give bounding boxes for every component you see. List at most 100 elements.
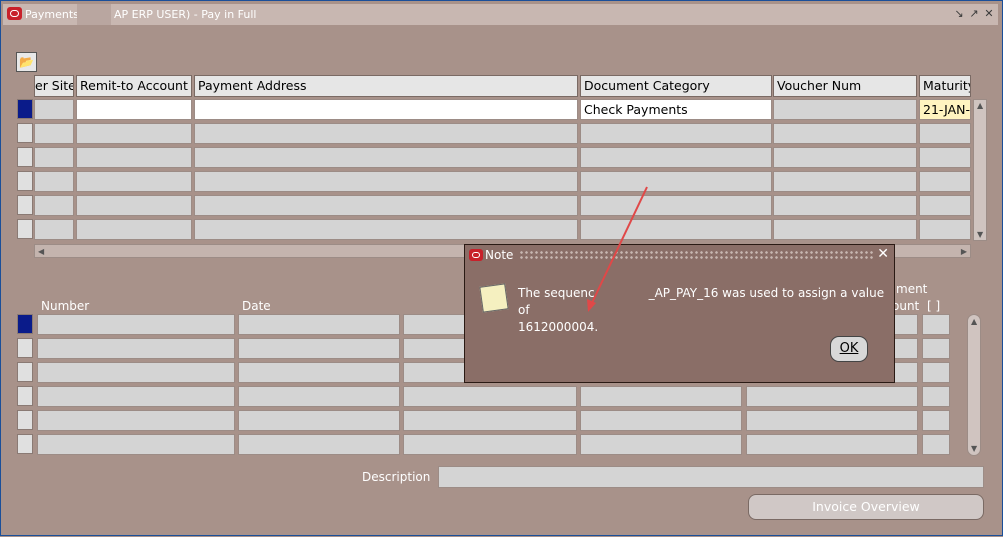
row-indicator[interactable]: [17, 386, 33, 406]
row-indicator[interactable]: [17, 195, 33, 215]
table-cell[interactable]: [37, 410, 235, 431]
table-cell[interactable]: [238, 362, 400, 383]
table-cell[interactable]: [34, 195, 74, 216]
table-cell[interactable]: [194, 123, 578, 144]
column-header-date: Date: [242, 299, 271, 313]
table-cell[interactable]: [580, 171, 772, 192]
table-cell[interactable]: [34, 171, 74, 192]
column-header-remit-to-account: Remit-to Account: [76, 75, 192, 97]
description-label: Description: [362, 470, 431, 484]
table-cell[interactable]: [746, 434, 918, 455]
table-cell[interactable]: [922, 338, 950, 359]
table-cell[interactable]: [238, 386, 400, 407]
dialog-title: Note: [485, 248, 514, 262]
scroll-up-arrow-icon[interactable]: ▲: [977, 101, 983, 110]
table-cell[interactable]: [194, 171, 578, 192]
table-cell[interactable]: [746, 410, 918, 431]
column-header-maturity: Maturity: [919, 75, 971, 97]
table-cell[interactable]: [76, 171, 192, 192]
table-cell[interactable]: [37, 338, 235, 359]
row-indicator[interactable]: [17, 147, 33, 167]
column-header-document-category: Document Category: [580, 75, 772, 97]
row-indicator[interactable]: [17, 362, 33, 382]
invoice-overview-button[interactable]: Invoice Overview: [748, 494, 984, 520]
table-cell[interactable]: [34, 123, 74, 144]
scroll-left-arrow-icon[interactable]: ◀: [38, 247, 44, 256]
row-indicator[interactable]: [17, 219, 33, 239]
table-cell[interactable]: [34, 147, 74, 168]
table-cell[interactable]: [580, 195, 772, 216]
table-cell[interactable]: [919, 219, 971, 240]
table-cell[interactable]: [238, 434, 400, 455]
table-cell[interactable]: [580, 410, 742, 431]
dialog-message: The sequenc _AP_PAY_16 was used to assign…: [518, 285, 888, 336]
table-cell[interactable]: [34, 219, 74, 240]
row-indicator[interactable]: [17, 410, 33, 430]
table-cell[interactable]: [403, 410, 577, 431]
row-indicator[interactable]: [17, 123, 33, 143]
table-cell[interactable]: [922, 434, 950, 455]
table-cell[interactable]: [580, 123, 772, 144]
table-cell[interactable]: [194, 147, 578, 168]
folder-open-icon[interactable]: 📂: [16, 52, 37, 72]
table-cell[interactable]: [580, 219, 772, 240]
table-cell[interactable]: [580, 386, 742, 407]
site-cell[interactable]: [34, 99, 74, 120]
maximize-icon[interactable]: ↗: [968, 8, 980, 20]
upper-vertical-scrollbar[interactable]: ▲ ▼: [973, 99, 987, 241]
row-indicator[interactable]: [17, 434, 33, 454]
scroll-down-arrow-icon[interactable]: ▼: [971, 444, 977, 453]
table-cell[interactable]: [76, 147, 192, 168]
table-cell[interactable]: [37, 362, 235, 383]
table-cell[interactable]: [922, 410, 950, 431]
table-cell[interactable]: [746, 386, 918, 407]
table-cell[interactable]: [919, 195, 971, 216]
table-cell[interactable]: [919, 147, 971, 168]
table-cell[interactable]: [919, 171, 971, 192]
table-cell[interactable]: [76, 195, 192, 216]
table-cell[interactable]: [773, 123, 917, 144]
table-cell[interactable]: [922, 314, 950, 335]
close-icon[interactable]: ✕: [877, 246, 889, 262]
table-cell[interactable]: [773, 219, 917, 240]
window-title: AP ERP USER) - Pay in Full: [114, 8, 257, 21]
ok-button[interactable]: OK: [830, 336, 868, 362]
table-cell[interactable]: [37, 314, 235, 335]
table-cell[interactable]: [580, 147, 772, 168]
table-cell[interactable]: [773, 147, 917, 168]
minimize-icon[interactable]: ↘: [953, 8, 965, 20]
row-indicator[interactable]: [17, 338, 33, 358]
table-cell[interactable]: [580, 434, 742, 455]
scroll-down-arrow-icon[interactable]: ▼: [977, 230, 983, 239]
table-cell[interactable]: [194, 195, 578, 216]
description-field[interactable]: [438, 466, 984, 488]
table-cell[interactable]: [194, 219, 578, 240]
payment-address-field[interactable]: [194, 99, 578, 120]
scroll-up-arrow-icon[interactable]: ▲: [971, 317, 977, 326]
table-cell[interactable]: [403, 386, 577, 407]
document-category-field[interactable]: Check Payments: [580, 99, 772, 120]
table-cell[interactable]: [238, 338, 400, 359]
table-cell[interactable]: [403, 434, 577, 455]
table-cell[interactable]: [37, 386, 235, 407]
table-cell[interactable]: [238, 314, 400, 335]
row-indicator[interactable]: [17, 171, 33, 191]
table-cell[interactable]: [922, 386, 950, 407]
voucher-num-field[interactable]: [773, 99, 917, 120]
table-cell[interactable]: [238, 410, 400, 431]
table-cell[interactable]: [922, 362, 950, 383]
scroll-right-arrow-icon[interactable]: ▶: [961, 247, 967, 256]
note-icon: [479, 283, 509, 313]
maturity-date-field[interactable]: 21-JAN-2: [919, 99, 971, 120]
table-cell[interactable]: [76, 219, 192, 240]
table-cell[interactable]: [773, 195, 917, 216]
table-cell[interactable]: [76, 123, 192, 144]
row-indicator-active[interactable]: [17, 99, 33, 119]
row-indicator-active[interactable]: [17, 314, 33, 334]
lower-vertical-scrollbar[interactable]: ▲ ▼: [967, 314, 981, 456]
table-cell[interactable]: [773, 171, 917, 192]
remit-to-account-field[interactable]: [76, 99, 192, 120]
close-icon[interactable]: ✕: [983, 8, 995, 20]
table-cell[interactable]: [919, 123, 971, 144]
table-cell[interactable]: [37, 434, 235, 455]
